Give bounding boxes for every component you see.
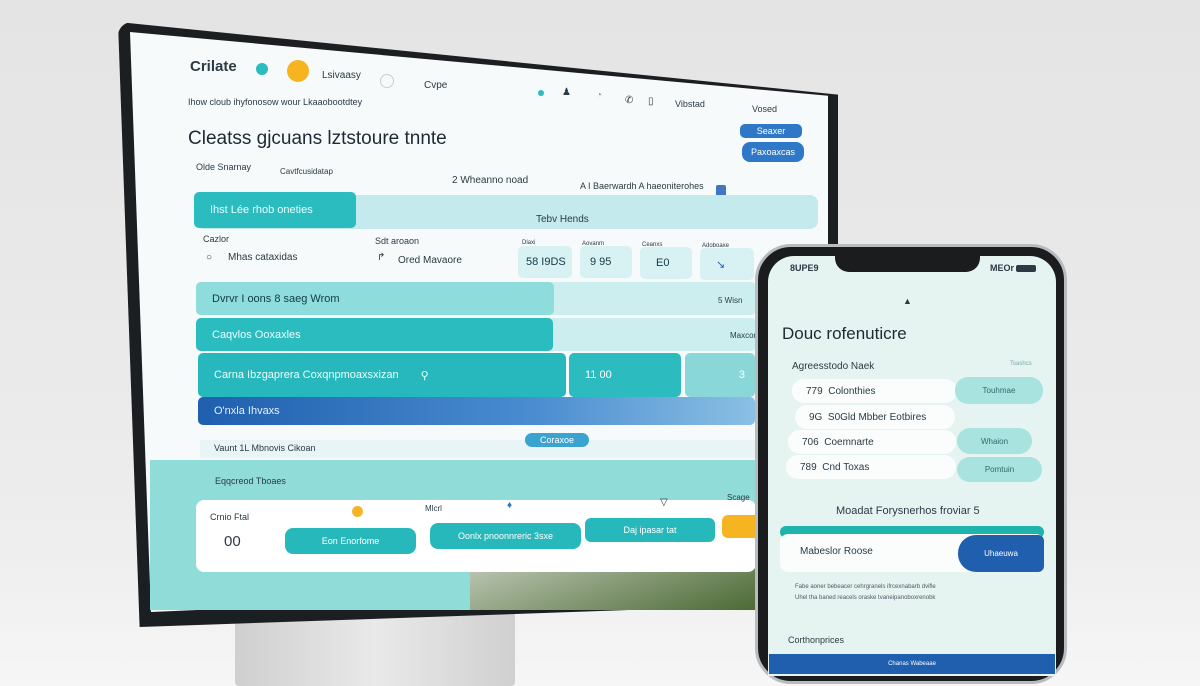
bike-icon: ⚲ [420, 369, 429, 382]
item-number: 779 [806, 385, 823, 397]
row-value: 3 [685, 353, 755, 397]
row-label: Carna Ibzgaprera Coxqnpmoaxsxizan [214, 369, 399, 381]
stat-value: 58 I9DS [518, 246, 572, 278]
card-text: Scage [727, 493, 750, 502]
section-label: Corthonprices [788, 635, 845, 645]
bar-value: 5 Wisn [718, 296, 743, 305]
item-number: 789 [800, 461, 817, 473]
phone-icon[interactable]: ✆ [625, 95, 633, 106]
meta-text: Cavtfcusidatap [280, 167, 333, 176]
header-link[interactable]: Vosed [752, 104, 777, 114]
doc-icon[interactable]: ▯ [648, 96, 654, 107]
list-item[interactable]: 789 Cnd Toxas [786, 455, 956, 479]
action-button[interactable]: Oonlx pnoonnreric 3sxe [430, 523, 581, 549]
nav-item[interactable]: Lsivaasy [322, 70, 361, 81]
meta-text: 2 Wheanno noad [452, 175, 529, 186]
list-item[interactable]: 9G S0Gld Mbber Eotbires [795, 405, 955, 429]
primary-button[interactable]: Seaxer [740, 124, 802, 138]
meta-text: A I Baerwardh A haeoniterohes [580, 181, 704, 191]
secondary-button[interactable]: Paxoaxcas [742, 142, 804, 162]
item-label: Cnd Toxas [822, 461, 870, 473]
item-pill[interactable]: Touhmae [955, 377, 1043, 404]
status-dot-icon [352, 506, 363, 517]
status-signal: MEOr [990, 263, 1015, 273]
radio-icon[interactable]: ○ [206, 252, 212, 263]
column-label: Cazlor [203, 234, 230, 244]
stat-value: 9 95 [580, 246, 632, 278]
column-label: Sdt aroaon [375, 236, 420, 246]
avatar[interactable] [287, 60, 309, 82]
tab-active[interactable]: Ihst Lée rhob oneties [194, 192, 356, 228]
phone-title: Douc rofenuticre [782, 324, 907, 343]
battery-icon [1016, 265, 1036, 272]
triangle-icon: ▽ [660, 497, 668, 508]
user-icon[interactable]: ♟ [562, 87, 571, 98]
meta-text: Olde Snarnay [196, 162, 252, 172]
breadcrumb: Ihow cloub ihyfonosow wour Lkaaobootdtey [188, 97, 363, 107]
card-label: Mabeslor Roose [800, 546, 873, 557]
stat-value: E0 [640, 247, 692, 279]
action-button[interactable]: Daj ipasar tat [585, 518, 715, 542]
bullet-item: Uhel tha baned reacels oraske tvaneipano… [795, 595, 936, 601]
progress-bar[interactable]: Dvrvr I oons 8 saeg Wrom [196, 282, 554, 315]
row-value: 11 00 [569, 353, 681, 397]
action-button[interactable]: Eon Enorfome [285, 528, 416, 554]
phone-notch [835, 250, 980, 272]
phone-footer-button[interactable]: Chanas Wabeaae [769, 654, 1055, 674]
phone-subtitle: Moadat Forysnerhos froviar 5 [836, 505, 980, 517]
status-time: 8UPE9 [790, 263, 819, 273]
arrow-icon: ↘ [716, 258, 726, 271]
footer-button[interactable]: Coraxoe [525, 433, 589, 447]
summary-bar[interactable]: O'nxla Ihvaxs [198, 397, 755, 425]
item-label: Mhas cataxidas [228, 252, 298, 263]
nav-item[interactable]: Cvpe [424, 80, 447, 91]
card-value: 00 [224, 533, 241, 550]
online-icon [538, 90, 544, 96]
footer-text: Vaunt 1L Mbnovis Cikoan [214, 443, 316, 453]
item-number: 706 [802, 436, 819, 448]
item-pill[interactable]: Pomtuin [957, 457, 1042, 482]
page-title: Cleatss gjcuans lztstoure tnnte [188, 128, 447, 149]
bar-value: Maxcon [730, 331, 759, 340]
bullet-item: Fabe aoner bebeacer cehrgranels ifrcexna… [795, 584, 936, 590]
app-icon: ▲ [903, 296, 912, 306]
tab[interactable]: Tebv Hends [536, 214, 589, 225]
stat-value: ↘ [700, 248, 754, 280]
item-pill[interactable]: Whaion [957, 428, 1032, 454]
status-dot-icon [256, 63, 268, 75]
header-link[interactable]: Vibstad [675, 99, 705, 109]
orange-button[interactable] [722, 515, 756, 538]
bell-icon[interactable]: ◔ [596, 90, 602, 101]
list-item[interactable]: 779 Colonthies [792, 379, 957, 403]
item-label: Colonthies [828, 385, 876, 397]
card-button[interactable]: Uhaeuwa [958, 535, 1044, 572]
item-label: Ored Mavaore [398, 255, 462, 266]
highlight-row[interactable]: Carna Ibzgaprera Coxqnpmoaxsxizan ⚲ [198, 353, 566, 397]
item-label: S0Gld Mbber Eotbires [827, 411, 927, 423]
list-link[interactable]: Tsashcs [1010, 361, 1032, 367]
card-text: Mlcrl [425, 504, 442, 513]
card-label: Crnio Ftal [210, 512, 250, 522]
list-title: Agreesstodo Naek [792, 361, 875, 372]
globe-icon[interactable] [380, 74, 394, 88]
item-number: 9G [809, 411, 823, 423]
list-item[interactable]: 706 Coemnarte [788, 430, 956, 454]
app-logo: Crilate [190, 58, 237, 75]
progress-bar[interactable]: Caqvlos Ooxaxles [196, 318, 553, 351]
cursor-icon: ↱ [377, 252, 386, 263]
pin-icon: ♦ [507, 500, 513, 511]
item-label: Coemnarte [824, 436, 874, 448]
section-title: Eqqcreod Tboaes [215, 476, 286, 486]
